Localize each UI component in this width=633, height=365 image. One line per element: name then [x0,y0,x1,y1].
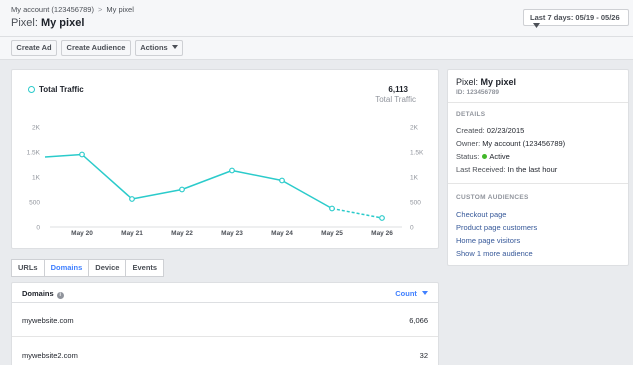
chevron-down-icon [533,23,540,28]
tab-domains[interactable]: Domains [43,259,90,277]
divider [448,183,628,184]
custom-audiences-header: CUSTOM AUDIENCES [456,194,529,201]
x-tick-label: May 23 [221,230,243,237]
series-line-segment [131,188,183,200]
table-row: mywebsite2.com 32 [12,338,438,365]
x-tick-label: May 21 [121,230,143,237]
legend-marker-icon [28,86,35,93]
info-title-name: My pixel [480,77,517,87]
data-point [329,205,335,212]
owner-value: My account (123456789) [482,139,566,148]
data-point [379,215,385,221]
sort-down-icon [422,291,428,295]
pixel-id: ID: 123456789 [456,89,500,96]
toolbar: Create Ad Create Audience Actions [0,37,633,60]
domains-table: Domains i Count mywebsite.com 6,066 myweb… [11,282,439,365]
domains-column-header[interactable]: Domains i [22,289,64,299]
page-title-name: My pixel [40,17,85,29]
series-line-segment [44,153,83,158]
page-title-prefix: Pixel: [11,17,38,29]
x-tick-label: May 25 [321,230,343,237]
details-header: DETAILS [456,111,486,118]
y-tick-label-left: 0 [36,225,40,232]
status-value: Active [489,152,510,161]
traffic-chart-card: 0 0 500 500 1K 1K 1.5K 1.5K 2K 2K May 20 May 21 May … [11,69,439,249]
y-tick-label-right: 500 [410,200,421,207]
total-traffic-label: Total Traffic [375,95,416,104]
y-tick-label-left: 500 [29,200,40,207]
created-value: 02/23/2015 [486,126,525,135]
tab-urls[interactable]: URLs [11,259,45,277]
data-point [129,196,135,202]
count-cell: 32 [419,351,428,360]
y-tick-label-right: 1.5K [410,150,424,157]
y-tick-label-left: 2K [32,125,41,132]
last-received-value: In the last hour [507,165,558,174]
info-title-prefix: Pixel: [456,77,479,87]
x-tick-label: May 24 [271,230,293,237]
info-title: Pixel: My pixel [456,77,516,87]
series-line-segment [181,169,233,191]
actions-label: Actions [140,43,168,52]
audience-link[interactable]: Product page customers [456,223,537,232]
y-tick-label-left: 1K [32,175,41,182]
page-title: Pixel: My pixel [11,17,84,29]
breakdown-tabs: URLs Domains Device Events [11,259,165,277]
pixel-info-card: Pixel: My pixel ID: 123456789 DETAILS Cr… [447,69,629,266]
audience-link[interactable]: Checkout page [456,210,506,219]
last-received-row: Last Received: In the last hour [456,165,557,174]
data-point [229,167,235,174]
breadcrumb-account[interactable]: My account (123456789) [11,5,94,14]
actions-button[interactable]: Actions [135,40,183,56]
tab-events[interactable]: Events [125,259,165,277]
created-label: Created: [456,126,485,135]
created-row: Created: 02/23/2015 [456,126,524,135]
owner-label: Owner: [456,139,481,148]
x-tick-label: May 26 [371,230,393,237]
page-header: My account (123456789) > My pixel Pixel: M… [0,0,633,37]
x-tick-label: May 20 [71,230,93,237]
table-row: mywebsite.com 6,066 [12,303,438,337]
y-tick-label-right: 1K [410,175,419,182]
series-line-segment [231,169,283,182]
data-point [79,151,85,158]
last-received-label: Last Received: [456,165,506,174]
y-tick-label-left: 1.5K [27,150,41,157]
show-more-audiences-link[interactable]: Show 1 more audience [456,249,533,258]
status-row: Status: Active [456,152,510,161]
create-audience-button[interactable]: Create Audience [61,40,131,56]
domains-column-label: Domains [22,289,54,298]
status-label: Status: [456,152,480,161]
data-point [279,177,285,184]
divider [448,102,628,103]
status-dot-icon [482,154,488,159]
date-range-picker[interactable]: Last 7 days: 05/19 - 05/26 [523,9,629,28]
date-range-label: Last 7 days: 05/19 - 05/26 [530,13,620,22]
series-line-segment [81,153,133,200]
count-column-label: Count [395,289,417,298]
domain-cell: mywebsite.com [22,316,74,325]
breadcrumb-current: My pixel [106,5,134,14]
chevron-down-icon [171,45,178,49]
count-column-header[interactable]: Count [395,289,428,298]
table-header: Domains i Count [12,283,438,303]
series-line-segment [281,179,333,210]
chevron-right-icon: > [97,5,103,14]
legend-label: Total Traffic [39,85,84,94]
x-tick-label: May 22 [171,230,193,237]
domain-cell: mywebsite2.com [22,351,78,360]
data-point [179,186,185,193]
owner-row: Owner: My account (123456789) [456,139,565,148]
create-ad-button[interactable]: Create Ad [11,40,57,56]
tab-device[interactable]: Device [88,259,127,277]
y-tick-label-right: 2K [410,125,419,132]
count-cell: 6,066 [409,316,428,325]
info-icon[interactable]: i [56,292,64,299]
y-tick-label-right: 0 [410,225,414,232]
audience-link[interactable]: Home page visitors [456,236,520,245]
total-traffic-value: 6,113 [388,85,408,94]
series-line-segment [331,207,383,219]
chart-legend: Total Traffic [28,85,84,94]
breadcrumb: My account (123456789) > My pixel [11,5,134,14]
